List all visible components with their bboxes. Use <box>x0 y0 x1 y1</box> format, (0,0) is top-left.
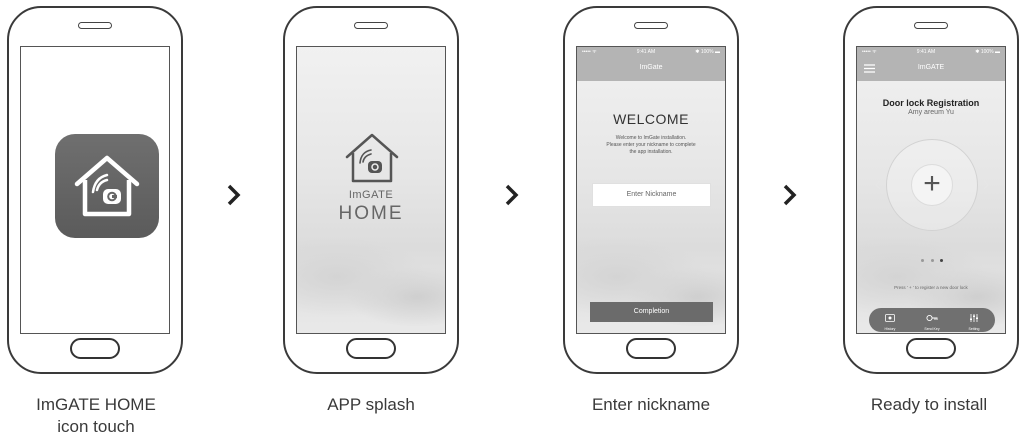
welcome-text-line-1: Welcome to ImGate installation. <box>615 135 687 141</box>
home-button <box>906 338 956 359</box>
caption-step-2: APP splash <box>327 395 415 414</box>
home-button <box>626 338 676 359</box>
nickname-input[interactable]: Enter Nickname <box>592 183 711 207</box>
page-indicator <box>921 259 943 263</box>
house-logo-icon <box>74 155 140 217</box>
bottom-nav: History Send Key Setting <box>869 308 995 332</box>
phone-step-2: ImGATE HOME <box>283 6 459 374</box>
caption-step-1: ImGATE HOME icon touch <box>0 394 196 438</box>
nav-history-label: History <box>884 326 896 331</box>
phone-speaker <box>78 22 112 29</box>
logo-text-imgate: ImGATE <box>348 189 394 201</box>
app-bar-title: ImGATE <box>917 64 945 71</box>
caption-line-2: icon touch <box>57 417 135 436</box>
user-name: Amy areum Yu <box>908 109 954 116</box>
chevron-left-icon[interactable] <box>875 180 881 190</box>
welcome-heading: WELCOME <box>613 111 689 127</box>
welcome-text-line-2: Please enter your nickname to complete <box>606 142 696 148</box>
nav-setting-label: Setting <box>968 326 980 331</box>
caption-step-3: Enter nickname <box>591 395 711 414</box>
registration-heading: Door lock Registration <box>882 98 980 108</box>
home-button <box>70 338 120 359</box>
page-dot <box>930 259 934 262</box>
phone-speaker <box>354 22 388 29</box>
completion-button-label: Completion <box>633 308 670 315</box>
nav-send-key-label: Send Key <box>924 326 940 331</box>
status-bar: ••••• ᯤ 9:41 AM ✱ 100% ▬ <box>857 47 1005 57</box>
status-signal: ••••• ᯤ <box>582 49 597 55</box>
welcome-text: Welcome to ImGate installation. Please e… <box>577 135 725 156</box>
nav-history[interactable]: History <box>875 309 905 332</box>
caption-line-1: ImGATE HOME <box>36 395 156 414</box>
app-bar-title: ImGate <box>639 64 663 71</box>
phone-step-4: ••••• ᯤ 9:41 AM ✱ 100% ▬ ImGATE Door loc… <box>843 6 1019 374</box>
nav-send-key[interactable]: Send Key <box>917 309 947 332</box>
logo-text-home: HOME <box>338 203 404 224</box>
phone-screen <box>20 46 170 334</box>
phone-step-3: ••••• ᯤ 9:41 AM ✱ 100% ▬ ImGate WELCOME … <box>563 6 739 374</box>
phone-screen: ••••• ᯤ 9:41 AM ✱ 100% ▬ ImGATE Door loc… <box>856 46 1006 334</box>
welcome-text-line-3: the app installation. <box>629 149 673 155</box>
caption-step-4: Ready to install <box>870 395 988 414</box>
phone-speaker <box>914 22 948 29</box>
house-logo-icon <box>345 133 399 183</box>
phone-screen: ••••• ᯤ 9:41 AM ✱ 100% ▬ ImGate WELCOME … <box>576 46 726 334</box>
status-signal: ••••• ᯤ <box>862 49 877 55</box>
status-bar: ••••• ᯤ 9:41 AM ✱ 100% ▬ <box>577 47 725 57</box>
imgate-app-icon[interactable] <box>55 134 159 238</box>
phone-step-1 <box>7 6 183 374</box>
plus-icon: + <box>923 167 941 200</box>
sliders-icon <box>970 313 978 322</box>
app-bar: ••••• ᯤ 9:41 AM ✱ 100% ▬ ImGate <box>577 47 725 81</box>
status-battery: ✱ 100% ▬ <box>975 49 1000 55</box>
page-dot <box>921 259 924 262</box>
nav-setting[interactable]: Setting <box>959 309 989 332</box>
add-doorlock-button[interactable]: + <box>911 164 953 206</box>
phone-speaker <box>634 22 668 29</box>
nickname-placeholder: Enter Nickname <box>626 191 677 198</box>
history-icon <box>885 313 895 322</box>
phone-screen: ImGATE HOME <box>296 46 446 334</box>
chevron-right-icon[interactable] <box>983 180 989 190</box>
chevron-right-icon <box>227 184 241 206</box>
chevron-right-icon <box>505 184 519 206</box>
status-battery: ✱ 100% ▬ <box>695 49 720 55</box>
completion-button[interactable]: Completion <box>590 302 713 322</box>
app-bar: ••••• ᯤ 9:41 AM ✱ 100% ▬ ImGATE <box>857 47 1005 81</box>
status-time: 9:41 AM <box>916 49 936 55</box>
status-time: 9:41 AM <box>636 49 656 55</box>
key-icon <box>926 314 938 321</box>
home-button <box>346 338 396 359</box>
register-hint: Press ' + ' to register a new door lock <box>894 285 968 290</box>
page-dot-active <box>940 259 943 262</box>
chevron-right-icon <box>783 184 797 206</box>
